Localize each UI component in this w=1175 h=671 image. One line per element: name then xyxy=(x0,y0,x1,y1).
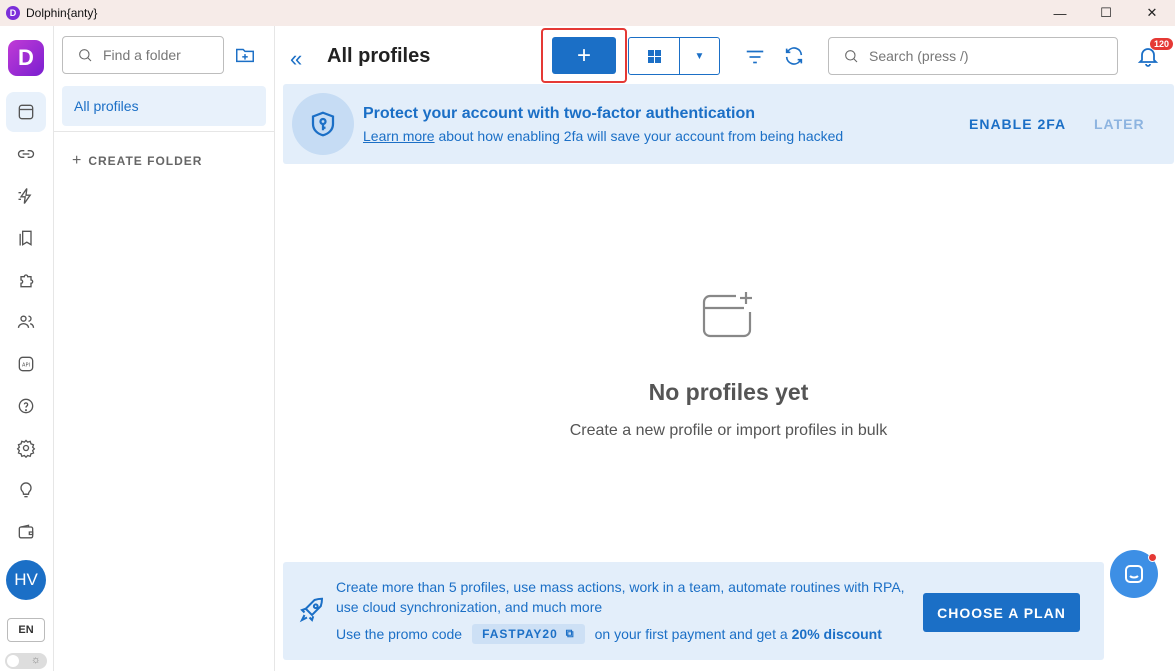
empty-state-subtitle: Create a new profile or import profiles … xyxy=(569,422,888,439)
plus-icon: + xyxy=(72,152,83,169)
windows-icon xyxy=(647,49,661,63)
chat-support-button[interactable] xyxy=(1110,550,1158,598)
shield-key-icon xyxy=(292,93,354,155)
choose-plan-button[interactable]: CHOOSE A PLAN xyxy=(923,593,1080,632)
chat-icon xyxy=(1125,565,1143,583)
close-button[interactable]: ✕ xyxy=(1129,0,1175,26)
search-icon xyxy=(845,50,858,63)
copy-icon[interactable]: ⧉ xyxy=(566,628,575,641)
rocket-icon xyxy=(297,595,327,630)
maximize-button[interactable]: ☐ xyxy=(1083,0,1129,26)
api-icon[interactable]: API xyxy=(6,344,46,384)
profile-search-input[interactable]: Search (press /) xyxy=(828,37,1118,75)
learn-more-link[interactable]: Learn more xyxy=(363,128,435,144)
automation-icon[interactable] xyxy=(6,176,46,216)
empty-state-title: No profiles yet xyxy=(648,379,809,405)
os-selector[interactable]: ▼ xyxy=(628,37,720,75)
window-titlebar: D Dolphin{anty} — ☐ ✕ xyxy=(0,0,1175,26)
divider xyxy=(54,131,275,132)
icon-rail: D API HV EN ☼ xyxy=(0,26,54,671)
windows-os-button[interactable] xyxy=(629,38,680,74)
add-folder-icon[interactable] xyxy=(234,44,258,68)
promo-code-suffix: on your first payment and get a xyxy=(594,626,788,642)
notifications-button[interactable]: 120 xyxy=(1136,38,1174,73)
tips-icon[interactable] xyxy=(6,470,46,510)
promo-code-chip[interactable]: FASTPAY20 ⧉ xyxy=(472,624,585,644)
promo-code-prefix: Use the promo code xyxy=(336,626,463,642)
refresh-icon[interactable] xyxy=(783,45,805,72)
folders-panel: Find a folder All profiles + CREATE FOLD… xyxy=(54,26,275,671)
caret-down-icon: ▼ xyxy=(694,50,705,62)
users-icon[interactable] xyxy=(6,302,46,342)
folder-item-all-profiles[interactable]: All profiles xyxy=(62,86,266,126)
folder-search-placeholder: Find a folder xyxy=(103,47,181,63)
filter-icon[interactable] xyxy=(744,46,766,73)
minimize-button[interactable]: — xyxy=(1037,0,1083,26)
browser-profiles-icon[interactable] xyxy=(6,92,46,132)
enable-2fa-button[interactable]: ENABLE 2FA xyxy=(969,116,1066,132)
avatar[interactable]: HV xyxy=(6,560,46,600)
chat-unread-dot xyxy=(1148,553,1157,562)
promo-discount: 20% discount xyxy=(791,626,882,642)
window-title: Dolphin{anty} xyxy=(26,6,98,20)
main-content: « All profiles + ▼ Search (press /) 120 … xyxy=(276,26,1175,671)
wallet-icon[interactable] xyxy=(6,512,46,552)
create-folder-label: CREATE FOLDER xyxy=(88,154,203,168)
two-factor-description: Learn more about how enabling 2fa will s… xyxy=(363,128,843,144)
create-profile-button[interactable]: + xyxy=(552,37,616,74)
later-button[interactable]: LATER xyxy=(1094,116,1145,132)
promo-text-line-1: Create more than 5 profiles, use mass ac… xyxy=(336,579,905,595)
toggle-knob xyxy=(7,655,19,667)
folder-search-input[interactable]: Find a folder xyxy=(62,36,224,74)
two-factor-text: about how enabling 2fa will save your ac… xyxy=(434,128,844,144)
collapse-sidebar-icon[interactable]: « xyxy=(290,46,302,72)
promo-code-line: Use the promo code FASTPAY20 ⧉ on your f… xyxy=(336,624,882,644)
two-factor-banner: Protect your account with two-factor aut… xyxy=(283,84,1174,164)
two-factor-headline: Protect your account with two-factor aut… xyxy=(363,105,756,122)
link-icon[interactable] xyxy=(6,134,46,174)
dolphin-logo[interactable]: D xyxy=(8,40,44,76)
bookmarks-icon[interactable] xyxy=(6,218,46,258)
create-folder-button[interactable]: + CREATE FOLDER xyxy=(72,152,202,170)
language-selector[interactable]: EN xyxy=(7,618,45,642)
help-icon[interactable] xyxy=(6,386,46,426)
os-dropdown-toggle[interactable]: ▼ xyxy=(680,38,719,74)
upgrade-promo-banner: Create more than 5 profiles, use mass ac… xyxy=(283,562,1104,660)
page-title: All profiles xyxy=(327,45,431,67)
notification-badge: 120 xyxy=(1150,38,1174,50)
settings-icon[interactable] xyxy=(6,428,46,468)
profile-search-placeholder: Search (press /) xyxy=(869,48,969,64)
extensions-icon[interactable] xyxy=(6,260,46,300)
window-controls: — ☐ ✕ xyxy=(1037,0,1175,26)
sun-icon: ☼ xyxy=(30,654,41,666)
promo-code: FASTPAY20 xyxy=(482,627,558,641)
svg-text:API: API xyxy=(22,363,30,369)
new-folder-icon xyxy=(700,290,756,345)
theme-toggle[interactable]: ☼ xyxy=(5,653,47,669)
promo-text-line-2: use cloud synchronization, and much more xyxy=(336,599,603,615)
app-logo-icon: D xyxy=(6,6,20,20)
search-icon xyxy=(79,49,92,62)
